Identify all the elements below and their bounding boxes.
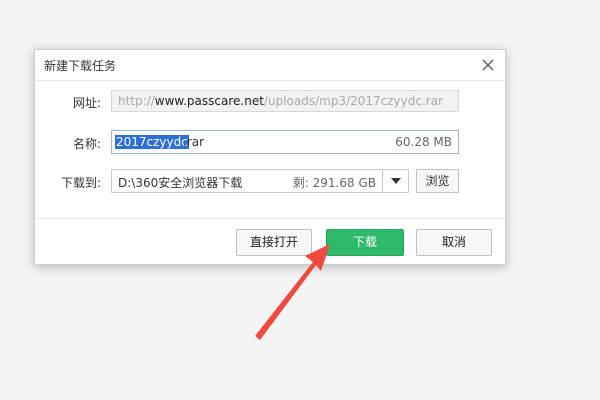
red-arrow-annotation — [255, 244, 330, 340]
